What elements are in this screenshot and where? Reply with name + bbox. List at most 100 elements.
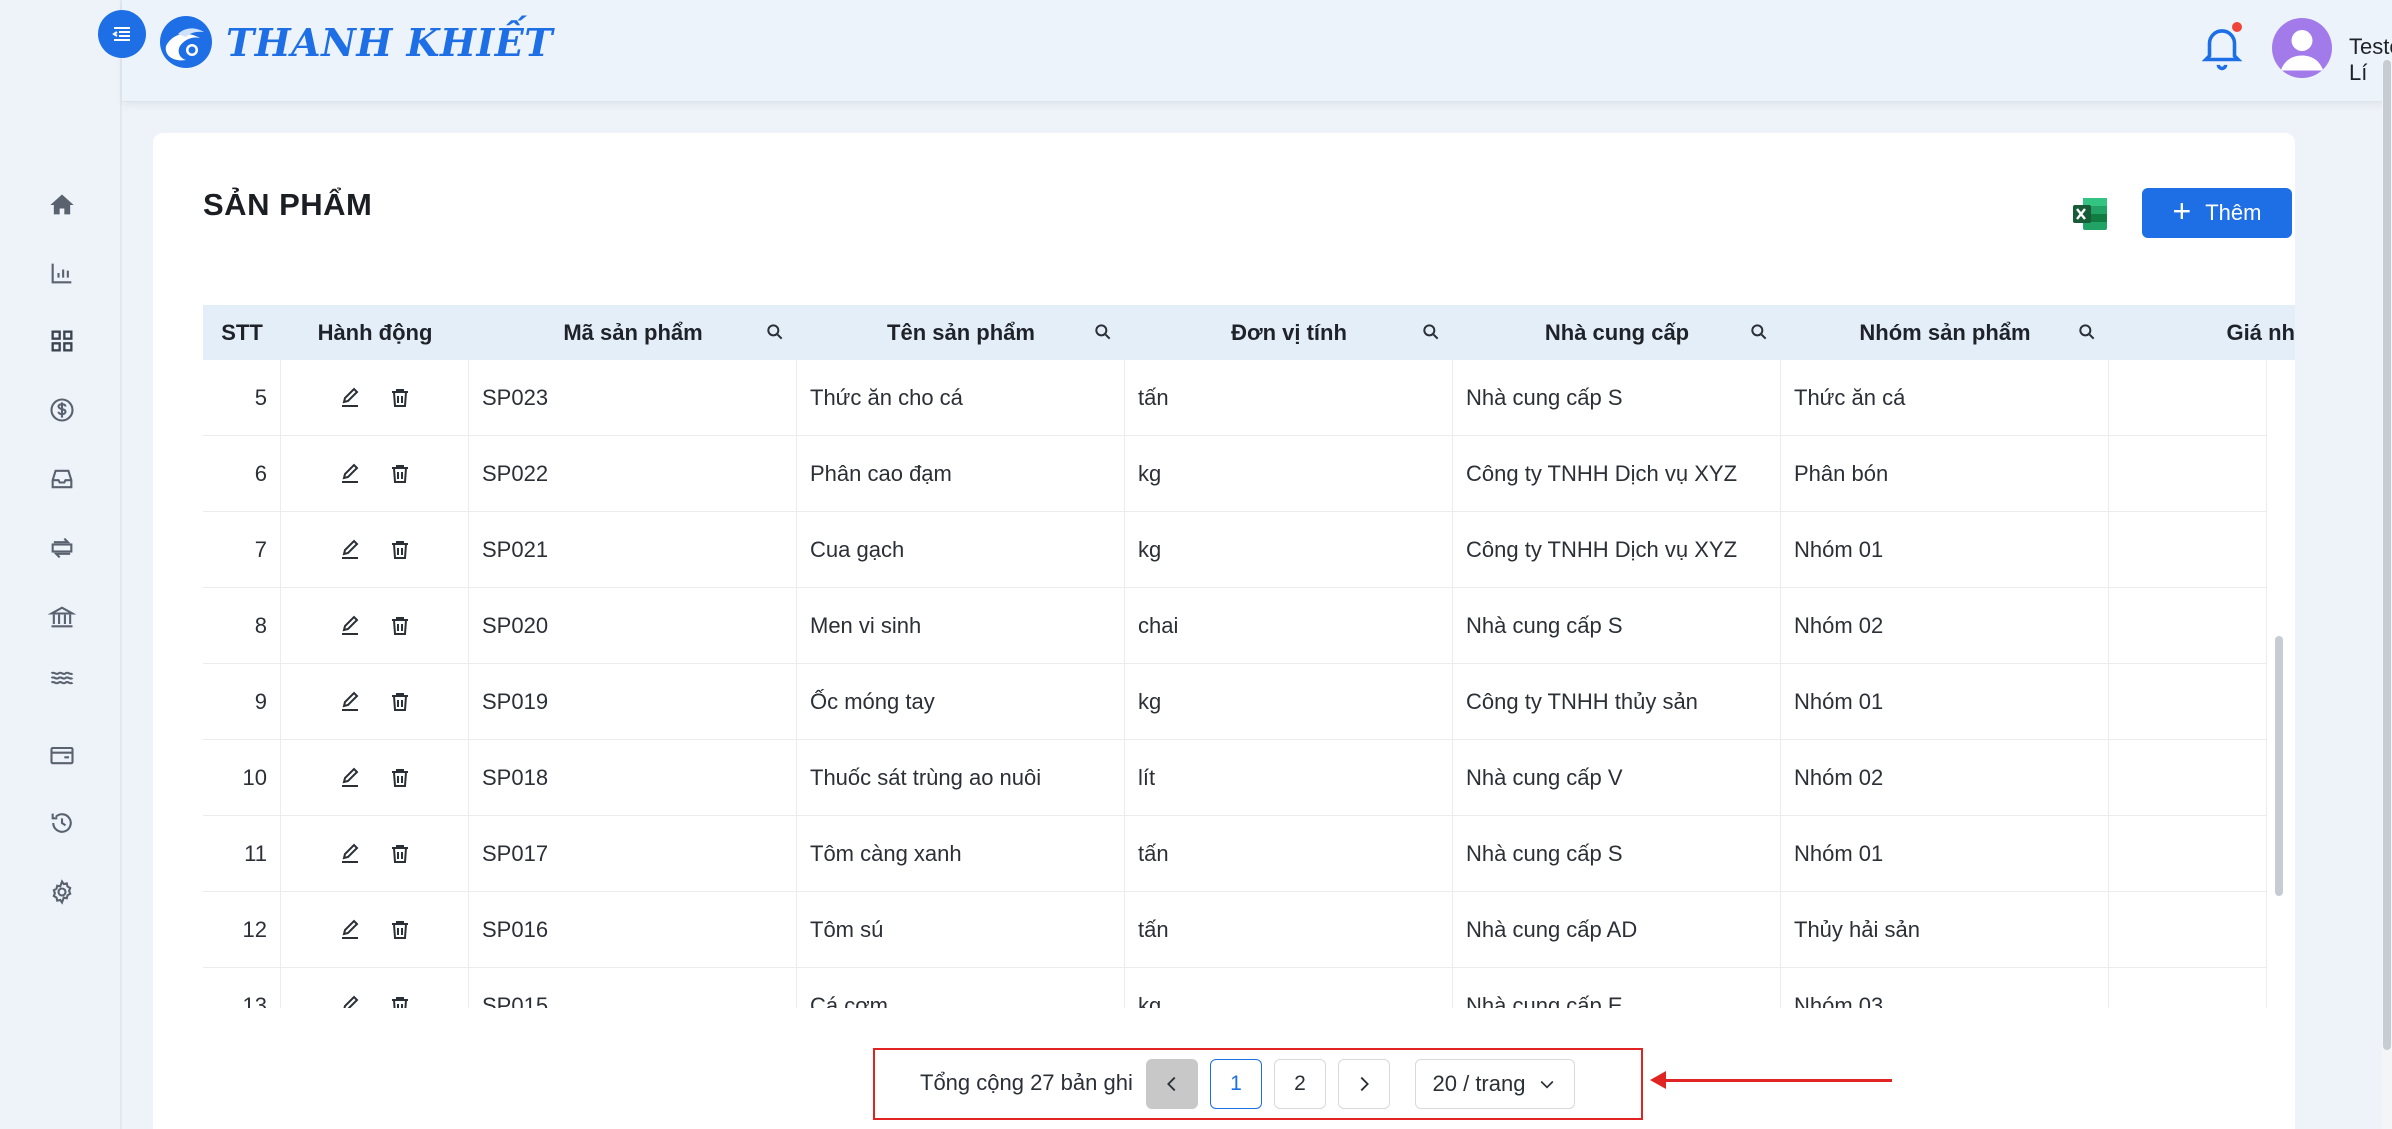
sidebar — [0, 0, 122, 1129]
delete-icon[interactable] — [386, 840, 414, 868]
cell-product-group: Phân bón — [1781, 436, 2109, 512]
cell-price — [2109, 360, 2267, 436]
edit-icon[interactable] — [336, 916, 364, 944]
cell-price — [2109, 816, 2267, 892]
cell-unit: kg — [1125, 968, 1453, 1008]
brand-logo[interactable]: THANH KHIẾT — [156, 12, 553, 72]
bank-icon[interactable] — [44, 599, 80, 635]
cell-supplier: Công ty TNHH Dịch vụ XYZ — [1453, 436, 1781, 512]
cell-price — [2109, 512, 2267, 588]
col-supplier: Nhà cung cấp — [1453, 305, 1781, 360]
delete-icon[interactable] — [386, 384, 414, 412]
page-size-select[interactable]: 20 / trang — [1415, 1059, 1575, 1109]
add-button[interactable]: + Thêm — [2142, 188, 2292, 238]
edit-icon[interactable] — [336, 536, 364, 564]
delete-icon[interactable] — [386, 764, 414, 792]
brand-name: THANH KHIẾT — [226, 19, 553, 65]
delete-icon[interactable] — [386, 688, 414, 716]
pagination-highlight-box: Tổng cộng 27 bản ghi 1 2 20 / trang — [873, 1048, 1643, 1120]
cell-stt: 10 — [203, 740, 281, 816]
col-actions: Hành động — [317, 319, 433, 345]
cell-supplier: Nhà cung cấp S — [1453, 588, 1781, 664]
cell-product-name: Cá cơm — [797, 968, 1125, 1008]
cell-supplier: Nhà cung cấp E — [1453, 968, 1781, 1008]
chevron-down-icon — [1541, 1080, 1554, 1089]
search-icon[interactable] — [1749, 322, 1769, 342]
delete-icon[interactable] — [386, 916, 414, 944]
logo-wave-icon — [160, 16, 212, 68]
waves-icon[interactable] — [44, 660, 80, 696]
page-scrollbar-thumb[interactable] — [2383, 60, 2391, 1050]
cell-product-name: Tôm sú — [797, 892, 1125, 968]
settings-icon[interactable] — [44, 874, 80, 910]
edit-icon[interactable] — [336, 840, 364, 868]
page-title: SẢN PHẨM — [203, 187, 373, 222]
table-row: 13 SP015 Cá cơm kg Nhà cung cấp E Nhóm 03 — [203, 968, 2267, 1008]
cell-product-name: Men vi sinh — [797, 588, 1125, 664]
cell-price — [2109, 740, 2267, 816]
annotation-arrow-line — [1660, 1079, 1892, 1082]
cell-actions — [281, 436, 469, 512]
bar-chart-icon[interactable] — [44, 255, 80, 291]
table-row: 11 SP017 Tôm càng xanh tấn Nhà cung cấp S Nhó… — [203, 816, 2267, 892]
menu-toggle-button[interactable] — [98, 10, 146, 58]
edit-icon[interactable] — [336, 460, 364, 488]
cell-product-code: SP017 — [469, 816, 797, 892]
cell-product-code: SP016 — [469, 892, 797, 968]
page-1-button[interactable]: 1 — [1210, 1059, 1262, 1109]
plus-icon: + — [2172, 193, 2192, 229]
edit-icon[interactable] — [336, 992, 364, 1008]
cell-product-code: SP020 — [469, 588, 797, 664]
export-excel-icon[interactable] — [2071, 195, 2109, 233]
cell-unit: tấn — [1125, 360, 1453, 436]
cell-unit: chai — [1125, 588, 1453, 664]
cell-product-group: Nhóm 02 — [1781, 588, 2109, 664]
prev-page-button[interactable] — [1146, 1059, 1198, 1109]
cell-unit: kg — [1125, 664, 1453, 740]
cell-product-group: Nhóm 03 — [1781, 968, 2109, 1008]
product-card: SẢN PHẨM + Thêm STT Hành động Mã sản phẩ… — [153, 133, 2295, 1129]
page-size-value: 20 / trang — [1432, 1071, 1526, 1096]
delete-icon[interactable] — [386, 612, 414, 640]
cell-actions — [281, 816, 469, 892]
history-icon[interactable] — [44, 805, 80, 841]
cell-supplier: Công ty TNHH Dịch vụ XYZ — [1453, 512, 1781, 588]
delete-icon[interactable] — [386, 992, 414, 1008]
edit-icon[interactable] — [336, 384, 364, 412]
page-2-button[interactable]: 2 — [1274, 1059, 1326, 1109]
col-product-code: Mã sản phẩm — [469, 305, 797, 360]
chevron-left-icon — [1167, 1076, 1176, 1092]
cell-actions — [281, 512, 469, 588]
col-stt: STT — [221, 319, 263, 345]
cell-stt: 6 — [203, 436, 281, 512]
search-icon[interactable] — [1093, 322, 1113, 342]
inbox-icon[interactable] — [44, 461, 80, 497]
cell-supplier: Nhà cung cấp AD — [1453, 892, 1781, 968]
edit-icon[interactable] — [336, 764, 364, 792]
cell-stt: 7 — [203, 512, 281, 588]
dollar-icon[interactable] — [44, 392, 80, 428]
page-scrollbar[interactable] — [2382, 60, 2392, 1129]
table-body: 5 SP023 Thức ăn cho cá tấn Nhà cung cấp S Thứ… — [203, 360, 2267, 1008]
search-icon[interactable] — [765, 322, 785, 342]
edit-icon[interactable] — [336, 612, 364, 640]
cell-product-group: Nhóm 01 — [1781, 664, 2109, 740]
col-product-group: Nhóm sản phẩm — [1781, 305, 2109, 360]
table-vertical-scrollbar[interactable] — [2275, 636, 2283, 896]
home-icon[interactable] — [44, 187, 80, 223]
next-page-button[interactable] — [1338, 1059, 1390, 1109]
edit-icon[interactable] — [336, 688, 364, 716]
delete-icon[interactable] — [386, 536, 414, 564]
user-avatar[interactable] — [2272, 18, 2332, 78]
notification-dot — [2232, 22, 2242, 32]
search-icon[interactable] — [1421, 322, 1441, 342]
search-icon[interactable] — [2077, 322, 2097, 342]
delete-icon[interactable] — [386, 460, 414, 488]
grid-icon[interactable] — [44, 323, 80, 359]
transfer-icon[interactable] — [44, 530, 80, 566]
cell-product-name: Tôm càng xanh — [797, 816, 1125, 892]
notification-bell-icon[interactable] — [2200, 22, 2244, 72]
cell-product-code: SP021 — [469, 512, 797, 588]
cell-actions — [281, 664, 469, 740]
wallet-icon[interactable] — [44, 737, 80, 773]
